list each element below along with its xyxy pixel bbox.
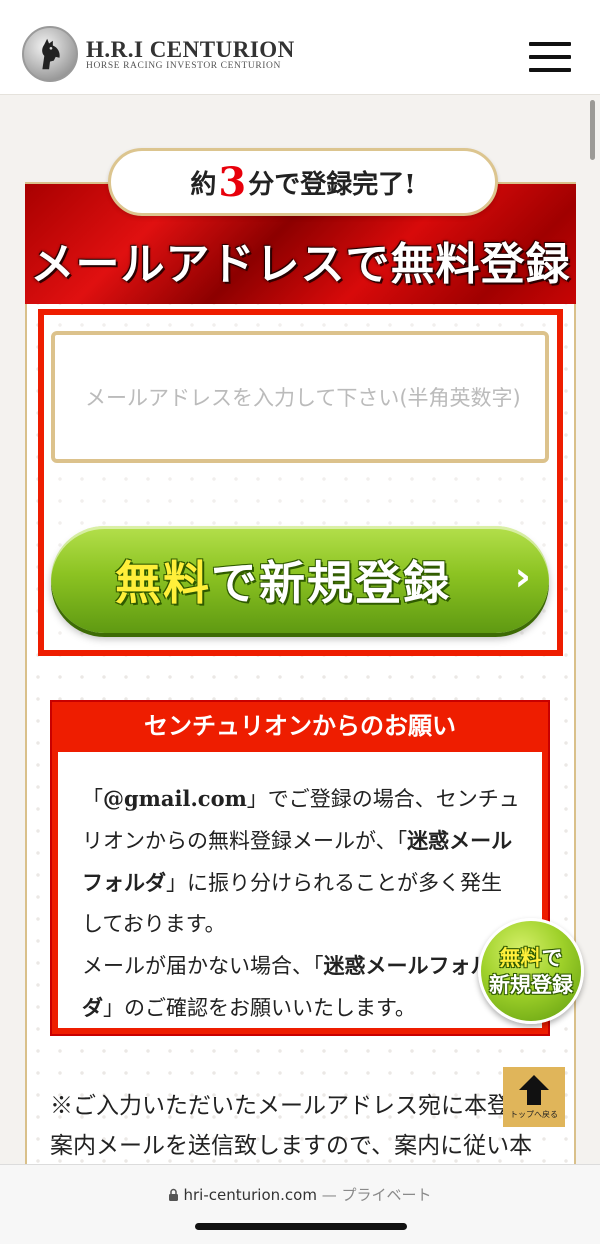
signup-button-label: 無料で新規登録 — [115, 555, 451, 610]
lock-icon — [169, 1188, 179, 1201]
url-separator: — — [316, 1186, 342, 1204]
back-to-top-label: トップへ戻る — [510, 1110, 558, 1119]
badge-number: 3 — [218, 158, 247, 206]
free-signup-button[interactable]: 無料で新規登録 › — [51, 526, 549, 633]
notice-title: センチュリオンからのお願い — [144, 711, 456, 740]
email-input[interactable]: メールアドレスを入力して下さい(半角英数字) — [51, 331, 549, 463]
url-text: hri-centurion.com — [183, 1186, 317, 1204]
banner-title: メールアドレスで無料登録 — [30, 239, 571, 290]
chevron-right-icon: › — [514, 554, 531, 600]
arrow-up-icon — [519, 1075, 549, 1105]
back-to-top-button[interactable]: トップへ戻る — [503, 1067, 565, 1127]
badge-prefix: 約 — [190, 169, 217, 200]
hamburger-menu-icon[interactable] — [528, 40, 572, 74]
scrollbar[interactable] — [590, 100, 595, 160]
notice-body: 「@gmail.com」でご登録の場合、センチュリオンからの無料登録メールが、「… — [58, 752, 542, 1028]
floating-signup-button[interactable]: 無料で 新規登録 — [478, 918, 584, 1024]
floating-signup-line1: 無料で — [499, 945, 563, 970]
registration-footnote: ※ご入力いただいたメールアドレス宛に本登録の案内メールを送信致しますので、案内に… — [50, 1093, 556, 1159]
logo-title[interactable]: H.R.I CENTURION — [86, 38, 295, 61]
privacy-label: プライベート — [341, 1186, 432, 1204]
address-bar[interactable]: hri-centurion.com — プライベート — [0, 1184, 600, 1205]
floating-signup-line2: 新規登録 — [489, 972, 573, 997]
registration-time-badge: 約 3 分で登録完了! — [108, 148, 498, 216]
badge-suffix: 分で登録完了! — [248, 169, 416, 200]
home-indicator[interactable] — [195, 1223, 407, 1230]
logo-subtitle: HORSE RACING INVESTOR CENTURION — [86, 61, 281, 71]
horse-head-emblem-icon[interactable] — [22, 26, 78, 82]
